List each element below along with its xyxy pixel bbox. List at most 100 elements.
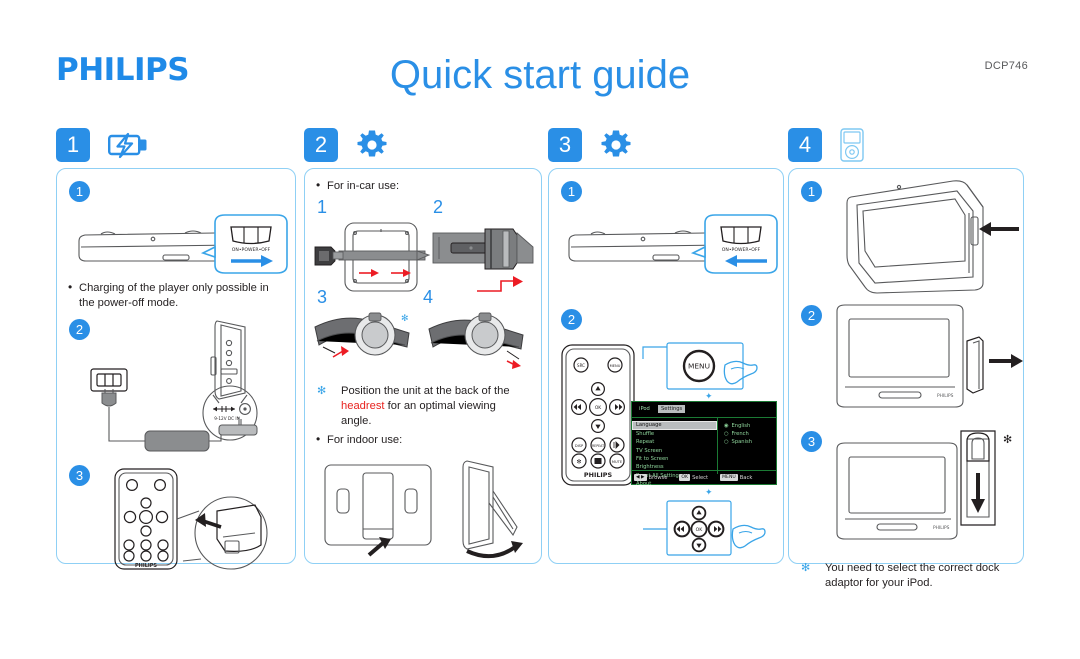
osd-option-spanish[interactable]: ○ Spanish [724, 438, 776, 446]
osd-option-list: ◉ English ○ French ○ Spanish [718, 417, 776, 474]
osd-item-repeat[interactable]: Repeat [632, 439, 717, 447]
osd-item-tv-screen[interactable]: TV Screen [632, 447, 717, 455]
panel-4-step-number: 4 [788, 128, 822, 162]
player-front-perspective-illustration [846, 180, 1019, 294]
panel-4-header: 4 [788, 128, 1024, 168]
panel-3-step-number: 3 [548, 128, 582, 162]
remote-src-label: SRC [577, 363, 585, 368]
dpad-ok-label: OK [696, 527, 704, 533]
panel-1-substep-3: 3 [69, 465, 90, 486]
panel-2-body: For in-car use: 1 2 [304, 168, 542, 564]
osd-menu-list: Language Shuffle Repeat TV Screen Fit to… [632, 417, 718, 487]
osd-help-bar: ◀ ▶ Browse OK Select MENU Back [632, 470, 776, 484]
panel-1-step-number: 1 [56, 128, 90, 162]
osd-item-shuffle[interactable]: Shuffle [632, 430, 717, 438]
panel-2-substep-2: 2 [433, 197, 444, 217]
panel-4-substep-1: 1 [801, 181, 822, 202]
panel-4-substep-2: 2 [801, 305, 822, 326]
headrest-mount-illustration-b [428, 312, 524, 369]
svg-text:✻: ✻ [401, 314, 409, 324]
panel-2-substep-3: 3 [317, 287, 328, 307]
panel-4-substep-3: 3 [801, 431, 822, 452]
gear-icon [356, 129, 388, 161]
osd-item-language[interactable]: Language [632, 421, 717, 431]
panel-3-header: 3 [548, 128, 784, 168]
panel-1-body: 1 ON•POWER•OFF • Charging of the player … [56, 168, 296, 570]
svg-text:✻: ✻ [576, 459, 581, 466]
remote-disp-label: DISP [575, 444, 584, 448]
panel-1-header: 1 [56, 128, 296, 168]
menu-callout-label: MENU [688, 362, 710, 371]
gear-icon [600, 129, 632, 161]
panel-2-intro-incar: For in-car use: [316, 178, 517, 194]
page-title: Quick start guide [389, 53, 691, 97]
strap-through-bracket-illustration [314, 222, 431, 292]
remote-brand-label: PHILIPS [135, 563, 157, 569]
indoor-stand-illustration [324, 460, 523, 559]
osd-label-back: Back [739, 474, 753, 481]
panel-3-body: 1 ON•POWER•OFF 2 SRC MENU OK DISP REPEAT… [548, 168, 784, 564]
remote-control-illustration: SRC MENU OK DISP REPEAT ✻ MUTE PHILIPS [561, 344, 635, 486]
osd-option-english-label: English [731, 423, 751, 429]
remote-menu-label: MENU [610, 364, 621, 368]
osd-option-spanish-label: Spanish [731, 439, 753, 445]
osd-tab-ipod[interactable]: iPod [636, 405, 653, 413]
callout-connector-dot-bottom: ✦ [705, 487, 713, 497]
panel-2-substep-4: 4 [423, 287, 434, 307]
device-brand-label: PHILIPS [933, 525, 950, 531]
panel-3-substep-1: 1 [561, 181, 582, 202]
panel-2-substep-1: 1 [317, 197, 328, 217]
power-switch-label: ON•POWER•OFF [232, 247, 271, 253]
panel-4-body: 1 2 PHILIPS 3 PHILIPS ✻ ✻ You need to se… [788, 168, 1024, 589]
osd-option-french[interactable]: ○ French [724, 430, 776, 438]
osd-label-browse: Browse [648, 474, 668, 481]
note-text-prefix: Position the unit at the back of the [341, 385, 510, 397]
quick-start-guide-page: PHILIPS Quick start guide DCP746 1 1 ON•… [0, 0, 1080, 659]
panel-2-step-number: 2 [304, 128, 338, 162]
panel-4: 4 1 2 PHILIPS 3 PHILIPS ✻ ✻ You need to … [788, 128, 1024, 589]
strap-buckle-illustration [432, 228, 534, 292]
panel-4-note-dock-adaptor: You need to select the correct dock adap… [801, 561, 1007, 591]
device-brand-label: PHILIPS [937, 393, 954, 399]
note-text-highlight: headrest [341, 400, 385, 412]
panel-2-header: 2 [304, 128, 542, 168]
ipod-icon [840, 128, 865, 162]
battery-charging-icon [108, 131, 152, 159]
panel-2: 2 For in-car use: 1 2 [304, 128, 542, 564]
dock-adaptor-insert-illustration: PHILIPS ✻ [836, 430, 1012, 540]
panel-3: 3 1 ON•POWER•OFF 2 SRC MENU OK DISP REPE… [548, 128, 784, 564]
player-power-on-illustration: ON•POWER•OFF [568, 214, 778, 274]
dock-slide-out-illustration: PHILIPS [836, 304, 1023, 408]
osd-label-select: Select [692, 474, 709, 481]
navigation-pad-callout[interactable]: OK [641, 499, 781, 559]
osd-key-back: MENU [720, 474, 738, 481]
player-side-view-illustration: ON•POWER•OFF [78, 214, 288, 274]
remote-battery-tab-illustration: PHILIPS [114, 468, 268, 570]
dc-in-label: 9-12V DC IN [214, 416, 240, 421]
osd-tab-bar: iPod Settings [636, 405, 776, 417]
osd-key-browse: ◀ ▶ [634, 474, 647, 481]
model-number: DCP746 [984, 60, 1028, 72]
remote-repeat-label: REPEAT [592, 444, 604, 448]
remote-ok-label: OK [595, 405, 601, 411]
osd-settings-screen: iPod Settings Language Shuffle Repeat TV… [631, 401, 777, 487]
power-switch-label: ON•POWER•OFF [722, 247, 761, 253]
panel-2-note-headrest: Position the unit at the back of the hea… [317, 384, 517, 429]
remote-mute-label: MUTE [612, 460, 623, 464]
panel-2-intro-indoor: For indoor use: [316, 432, 517, 448]
osd-item-fit-to-screen[interactable]: Fit to Screen [632, 455, 717, 463]
ac-adapter-connection-illustration: 9-12V DC IN [90, 320, 258, 452]
remote-brand-label: PHILIPS [584, 471, 613, 479]
svg-text:✻: ✻ [1003, 433, 1012, 446]
osd-option-english[interactable]: ◉ English [724, 422, 776, 430]
panel-1: 1 1 ON•POWER•OFF • Charging of the playe… [56, 128, 296, 570]
panel-1-note-charging: Charging of the player only possible in … [68, 280, 269, 311]
osd-tab-settings[interactable]: Settings [657, 405, 686, 413]
osd-option-french-label: French [731, 431, 749, 437]
osd-key-select: OK [679, 474, 691, 481]
menu-button-callout[interactable]: MENU [641, 341, 781, 393]
osd-columns: Language Shuffle Repeat TV Screen Fit to… [632, 417, 776, 487]
panel-1-substep-1: 1 [69, 181, 90, 202]
headrest-mount-illustration-a: ✻ [314, 312, 410, 358]
panel-3-substep-2: 2 [561, 309, 582, 330]
